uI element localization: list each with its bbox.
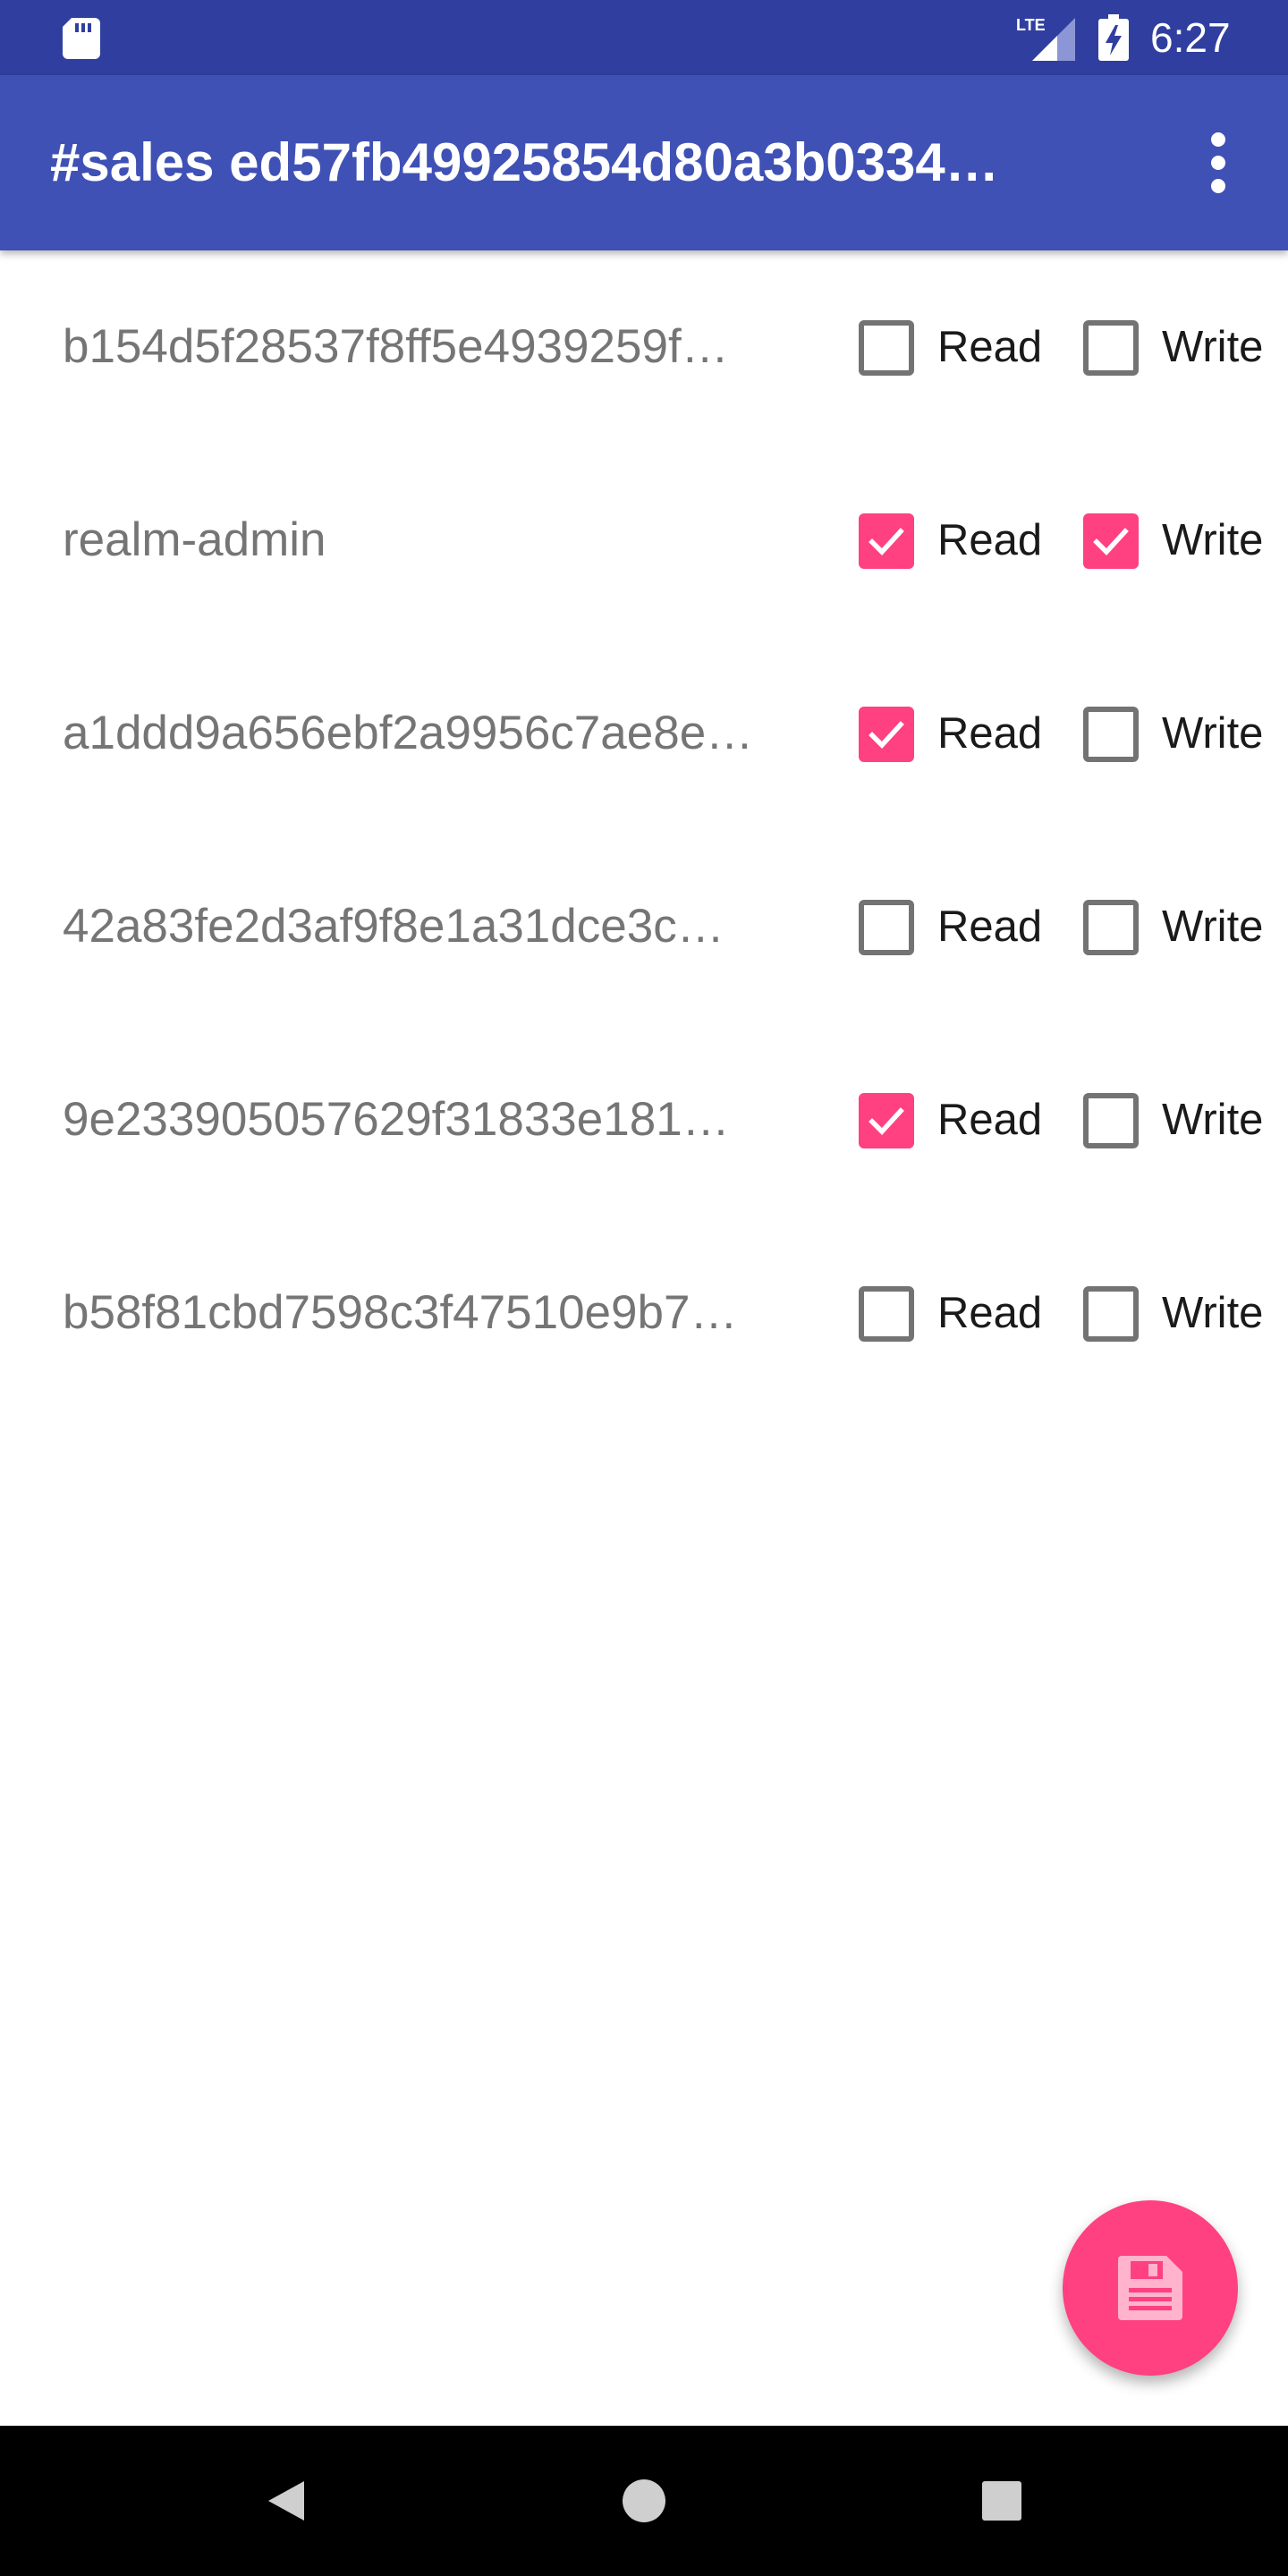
permission-row: realm-admin Read Write — [0, 444, 1288, 637]
permission-row: 9e233905057629f31833e181… Read Write — [0, 1023, 1288, 1216]
read-label: Read — [937, 902, 1043, 951]
read-label: Read — [937, 323, 1043, 371]
app-bar: #sales ed57fb49925854d80a3b0334… — [0, 75, 1288, 250]
check-icon — [869, 528, 904, 555]
check-icon — [869, 1107, 904, 1135]
svg-text:LTE: LTE — [1016, 16, 1046, 34]
write-checkbox[interactable] — [1083, 320, 1139, 376]
sd-card-icon — [63, 18, 100, 59]
read-checkbox[interactable] — [859, 900, 914, 955]
user-id: realm-admin — [63, 513, 326, 566]
lte-signal-icon: LTE — [1016, 16, 1075, 61]
status-bar: LTE 6:27 — [0, 0, 1288, 75]
save-button[interactable] — [1063, 2200, 1238, 2376]
read-label: Read — [937, 1289, 1043, 1337]
write-label: Write — [1162, 516, 1264, 564]
check-icon — [869, 721, 904, 749]
user-id: 42a83fe2d3af9f8e1a31dce3c… — [63, 900, 724, 953]
write-checkbox[interactable] — [1083, 707, 1139, 762]
write-label: Write — [1162, 323, 1264, 371]
back-icon[interactable] — [258, 2472, 315, 2529]
permission-row: a1ddd9a656ebf2a9956c7ae8e… Read Write — [0, 637, 1288, 830]
read-label: Read — [937, 516, 1043, 564]
home-icon[interactable] — [615, 2472, 673, 2529]
permission-row: b154d5f28537f8ff5e4939259f… Read Write — [0, 250, 1288, 444]
check-icon — [1093, 528, 1129, 555]
permission-row: 42a83fe2d3af9f8e1a31dce3c… Read Write — [0, 830, 1288, 1023]
read-checkbox[interactable] — [859, 1093, 914, 1148]
write-label: Write — [1162, 1096, 1264, 1144]
read-checkbox[interactable] — [859, 513, 914, 569]
write-checkbox[interactable] — [1083, 1093, 1139, 1148]
write-label: Write — [1162, 1289, 1264, 1337]
user-id: 9e233905057629f31833e181… — [63, 1093, 730, 1146]
permission-list: b154d5f28537f8ff5e4939259f… Read Write r… — [0, 250, 1288, 1410]
navigation-bar — [0, 2426, 1288, 2576]
permission-row: b58f81cbd7598c3f47510e9b7… Read Write — [0, 1216, 1288, 1410]
write-checkbox[interactable] — [1083, 900, 1139, 955]
read-checkbox[interactable] — [859, 707, 914, 762]
write-checkbox[interactable] — [1083, 513, 1139, 569]
write-label: Write — [1162, 709, 1264, 758]
clock: 6:27 — [1150, 14, 1231, 61]
page-title: #sales ed57fb49925854d80a3b0334… — [50, 132, 999, 192]
more-vert-icon[interactable] — [1190, 120, 1247, 206]
battery-charging-icon — [1098, 14, 1129, 61]
write-checkbox[interactable] — [1083, 1286, 1139, 1342]
recents-icon[interactable] — [973, 2472, 1030, 2529]
user-id: a1ddd9a656ebf2a9956c7ae8e… — [63, 707, 754, 759]
user-id: b58f81cbd7598c3f47510e9b7… — [63, 1286, 738, 1339]
read-label: Read — [937, 709, 1043, 758]
read-label: Read — [937, 1096, 1043, 1144]
user-id: b154d5f28537f8ff5e4939259f… — [63, 320, 729, 373]
write-label: Write — [1162, 902, 1264, 951]
save-icon — [1118, 2256, 1182, 2320]
read-checkbox[interactable] — [859, 320, 914, 376]
read-checkbox[interactable] — [859, 1286, 914, 1342]
